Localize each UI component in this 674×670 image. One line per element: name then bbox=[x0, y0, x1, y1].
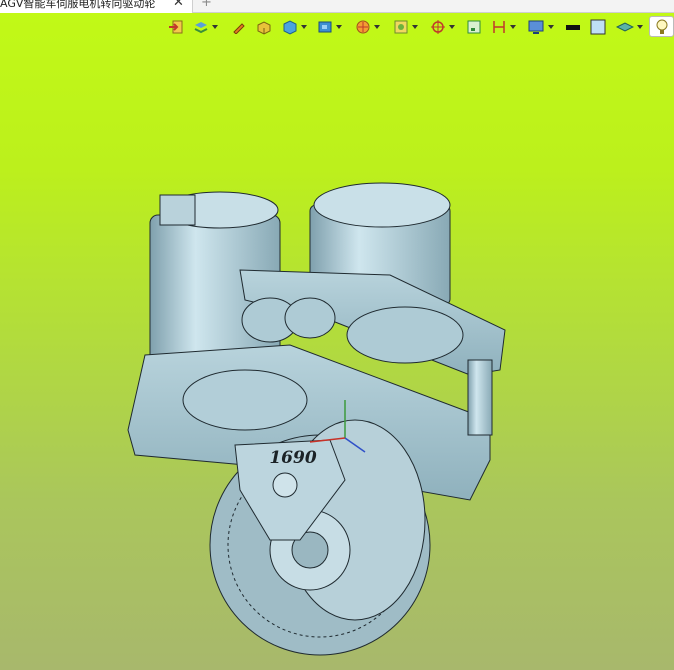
display-button[interactable] bbox=[527, 18, 554, 36]
snapshot-icon bbox=[467, 20, 481, 34]
orient-icon bbox=[431, 20, 445, 34]
right-motor-cap bbox=[313, 182, 451, 228]
chevron-down-icon bbox=[412, 25, 418, 29]
render-icon bbox=[394, 20, 408, 34]
line-color-button[interactable] bbox=[565, 18, 581, 36]
lightbulb-icon bbox=[656, 19, 668, 34]
tab-close-button[interactable]: ✕ bbox=[173, 0, 184, 10]
model-viewport[interactable]: 1690 bbox=[0, 0, 674, 670]
document-tab[interactable]: AGV智能车伺服电机转向驱动轮 ✕ bbox=[0, 0, 193, 13]
lower-gear bbox=[182, 369, 308, 431]
orientation-button[interactable] bbox=[430, 18, 455, 36]
display-icon bbox=[528, 20, 544, 34]
servo-drive-wheel-assembly bbox=[127, 182, 506, 656]
lightbulb-button[interactable] bbox=[649, 16, 674, 37]
line-color-icon bbox=[566, 25, 580, 30]
model-label: 1690 bbox=[269, 448, 316, 468]
layers-icon bbox=[194, 22, 208, 34]
standard-view-button[interactable] bbox=[317, 18, 342, 36]
fill-color-icon bbox=[590, 19, 606, 35]
cube-icon bbox=[283, 20, 297, 35]
measure-icon bbox=[493, 21, 505, 33]
snapshot-button[interactable] bbox=[466, 18, 482, 36]
fill-color-button[interactable] bbox=[590, 18, 606, 36]
right-pillar bbox=[467, 359, 493, 436]
part-icon bbox=[257, 21, 271, 35]
measure-button[interactable] bbox=[491, 18, 516, 36]
import-icon bbox=[169, 20, 183, 34]
tab-bar: AGV智能车伺服电机转向驱动轮 ✕ + bbox=[0, 0, 674, 13]
chevron-down-icon bbox=[336, 25, 342, 29]
chevron-down-icon bbox=[212, 25, 218, 29]
pencil-icon bbox=[233, 23, 245, 34]
sketch-button[interactable] bbox=[232, 18, 246, 36]
tab-title: AGV智能车伺服电机转向驱动轮 bbox=[0, 0, 156, 10]
chevron-down-icon bbox=[374, 25, 380, 29]
chevron-down-icon bbox=[548, 25, 554, 29]
chevron-down-icon bbox=[449, 25, 455, 29]
section-icon bbox=[356, 20, 370, 34]
plane-button[interactable] bbox=[616, 18, 643, 36]
import-button[interactable] bbox=[168, 18, 184, 36]
render-mode-button[interactable] bbox=[393, 18, 418, 36]
new-tab-button[interactable]: + bbox=[201, 0, 212, 10]
view-toolbar bbox=[160, 14, 674, 40]
plane-icon bbox=[616, 22, 634, 32]
chevron-down-icon bbox=[510, 25, 516, 29]
section-button[interactable] bbox=[355, 18, 380, 36]
bracket-hole bbox=[272, 472, 298, 498]
layers-button[interactable] bbox=[193, 18, 218, 36]
cube-view-button[interactable] bbox=[282, 18, 307, 36]
left-motor-connector bbox=[159, 194, 196, 226]
chevron-down-icon bbox=[301, 25, 307, 29]
view-icon bbox=[318, 21, 332, 33]
part-button[interactable] bbox=[256, 18, 272, 36]
chevron-down-icon bbox=[637, 25, 643, 29]
